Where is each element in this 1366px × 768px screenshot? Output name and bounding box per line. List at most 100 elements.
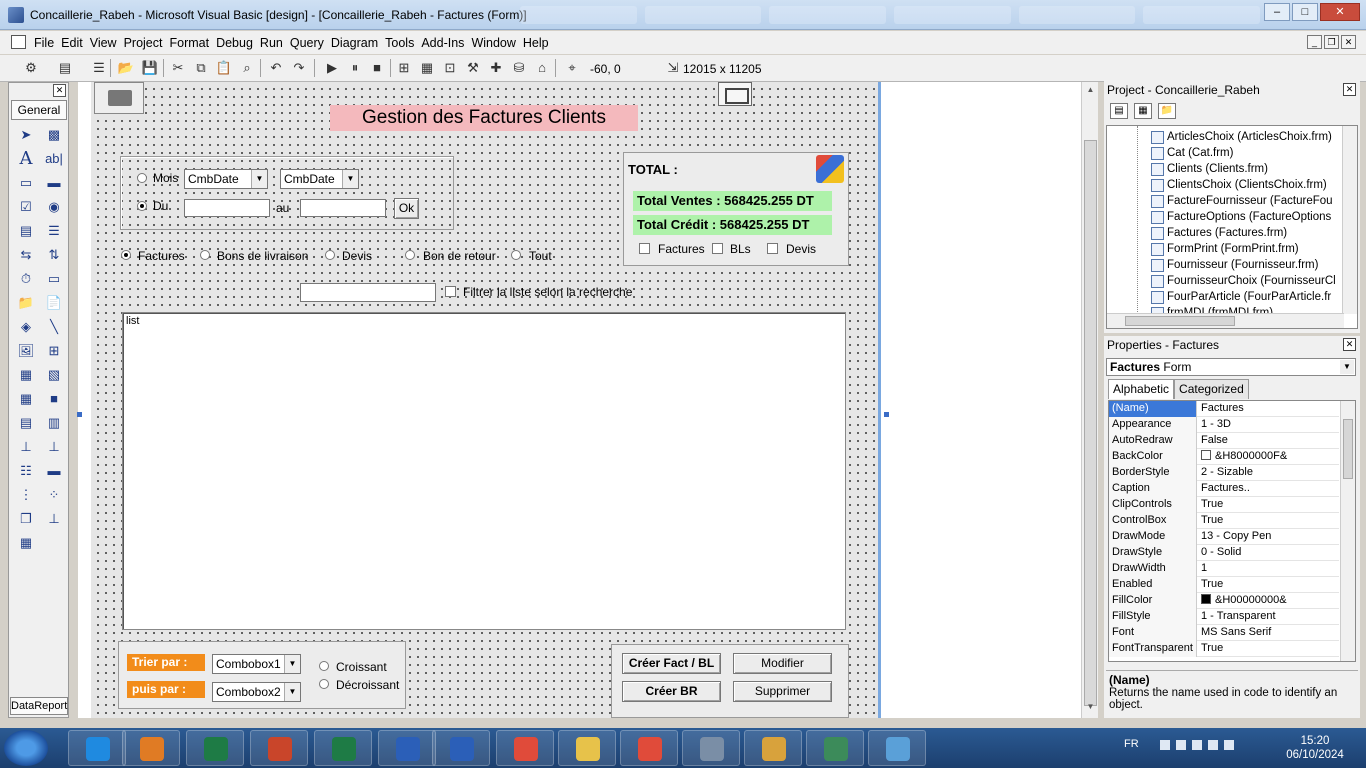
factures-form[interactable]: Gestion des Factures Clients Mois CmbDat… — [77, 82, 889, 718]
property-value[interactable]: False — [1199, 433, 1339, 448]
line-tool-icon[interactable]: ╲ — [40, 315, 68, 339]
taskbar-app-word[interactable] — [432, 730, 490, 766]
menu-file[interactable]: File — [34, 36, 61, 50]
imagelist-tool-icon[interactable]: ⁘ — [40, 483, 68, 507]
textbox-tool-icon[interactable]: ab| — [40, 147, 68, 171]
devis-checkbox[interactable] — [767, 243, 778, 254]
month-combo-2[interactable]: CmbDate ▼ — [280, 169, 359, 189]
grid-tool-icon[interactable]: ▧ — [40, 363, 68, 387]
designer-vertical-scrollbar[interactable]: ▲ ▼ — [1081, 82, 1098, 718]
du-radio[interactable] — [137, 201, 147, 211]
listbox-tool-icon[interactable]: ☰ — [40, 219, 68, 243]
cut-icon[interactable]: ✂ — [169, 59, 187, 77]
modify-button[interactable]: Modifier — [733, 653, 832, 674]
sort-combo-2[interactable]: Combobox2 ▼ — [212, 682, 301, 702]
save-icon[interactable]: 💾 — [141, 59, 159, 77]
date-to-input[interactable] — [300, 199, 386, 217]
scroll-down-icon[interactable]: ▼ — [1084, 702, 1097, 715]
property-value[interactable]: True — [1199, 513, 1339, 528]
open-icon[interactable]: 📂 — [117, 59, 135, 77]
table-tool-icon[interactable]: ▤ — [12, 411, 40, 435]
taskbar-app-image-viewer[interactable] — [868, 730, 926, 766]
property-row[interactable]: Caption Factures.. — [1109, 481, 1339, 497]
taskbar-app-internet-explorer[interactable] — [68, 730, 126, 766]
properties-window-icon[interactable]: ▦ — [418, 59, 436, 77]
property-value[interactable]: Factures — [1199, 401, 1339, 416]
network-icon[interactable] — [1176, 740, 1186, 750]
chevron-down-icon[interactable]: ▼ — [284, 683, 300, 701]
invoice-listbox[interactable]: list — [122, 312, 846, 630]
taskbar-app-remote-desktop[interactable] — [682, 730, 740, 766]
taskbar-app-paint[interactable] — [744, 730, 802, 766]
tout-radio[interactable] — [511, 250, 521, 260]
mdi-restore-button[interactable]: ❐ — [1324, 35, 1339, 49]
menu-diagram[interactable]: Diagram — [331, 36, 385, 50]
find-icon[interactable]: ⌕ — [238, 59, 256, 77]
data-view-icon[interactable]: ⛁ — [510, 59, 528, 77]
menu-run[interactable]: Run — [260, 36, 290, 50]
pause-icon[interactable]: ⏸ — [346, 59, 364, 77]
menu-format[interactable]: Format — [169, 36, 216, 50]
printer-icon[interactable] — [94, 82, 144, 114]
create-fact-button[interactable]: Créer Fact / BL — [622, 653, 721, 674]
taskbar-app-visio[interactable] — [378, 730, 436, 766]
property-value[interactable]: Factures.. — [1199, 481, 1339, 496]
maximize-button[interactable]: □ — [1292, 3, 1318, 21]
property-row[interactable]: Font MS Sans Serif — [1109, 625, 1339, 641]
colorbox-tool-icon[interactable]: ■ — [40, 387, 68, 411]
object-selector[interactable]: Factures Form ▼ — [1106, 358, 1356, 376]
taskbar-app-vb6[interactable] — [806, 730, 864, 766]
property-row[interactable]: FontTransparent True — [1109, 641, 1339, 657]
taskbar-app-file-explorer[interactable] — [558, 730, 616, 766]
frame-tool-icon[interactable]: ▭ — [12, 171, 40, 195]
calendar-tool-icon[interactable]: ▦ — [12, 387, 40, 411]
document-icon[interactable] — [11, 35, 26, 49]
chevron-down-icon[interactable]: ▼ — [251, 170, 267, 188]
form-layout-icon[interactable]: ⊡ — [441, 59, 459, 77]
property-row[interactable]: BackColor &H8000000F& — [1109, 449, 1339, 465]
menu-add-ins[interactable]: Add-Ins — [421, 36, 471, 50]
paste-icon[interactable]: 📋 — [215, 59, 233, 77]
tree-item[interactable]: ArticlesChoix (ArticlesChoix.frm) — [1151, 129, 1332, 145]
property-row[interactable]: FillColor &H00000000& — [1109, 593, 1339, 609]
menu-window[interactable]: Window — [471, 36, 522, 50]
property-value[interactable]: 1 — [1199, 561, 1339, 576]
property-value[interactable]: 1 - 3D — [1199, 417, 1339, 432]
date-from-input[interactable] — [184, 199, 270, 217]
toolbar-tool-icon[interactable]: ❐ — [12, 507, 40, 531]
resize-handle[interactable] — [77, 412, 82, 417]
search-input[interactable] — [300, 283, 436, 302]
decroissant-radio[interactable] — [319, 679, 329, 689]
mdi-close-button[interactable]: ✕ — [1341, 35, 1356, 49]
chevron-down-icon[interactable]: ▼ — [342, 170, 358, 188]
project-explorer-icon[interactable]: ⊞ — [395, 59, 413, 77]
redo-icon[interactable]: ↷ — [290, 59, 308, 77]
stop-icon[interactable]: ■ — [368, 59, 386, 77]
menu-edit[interactable]: Edit — [61, 36, 90, 50]
filter-checkbox[interactable] — [445, 286, 456, 297]
bon-retour-radio[interactable] — [405, 250, 415, 260]
progress-tool-icon[interactable]: ⊥ — [40, 435, 68, 459]
statusbar-tool-icon[interactable]: ⊥ — [40, 507, 68, 531]
mdi-minimize-button[interactable]: _ — [1307, 35, 1322, 49]
property-row[interactable]: Appearance 1 - 3D — [1109, 417, 1339, 433]
property-value[interactable]: 0 - Solid — [1199, 545, 1339, 560]
property-value[interactable]: True — [1199, 497, 1339, 512]
signal-icon[interactable] — [1208, 740, 1218, 750]
create-br-button[interactable]: Créer BR — [622, 681, 721, 702]
property-value[interactable]: 13 - Copy Pen — [1199, 529, 1339, 544]
property-row[interactable]: FillStyle 1 - Transparent — [1109, 609, 1339, 625]
timer-tool-icon[interactable]: ⏱ — [12, 267, 40, 291]
undo-icon[interactable]: ↶ — [267, 59, 285, 77]
taskbar-app-excel[interactable] — [186, 730, 244, 766]
menu-editor-icon[interactable]: ☰ — [90, 59, 108, 77]
add-project-icon[interactable]: ⚙ — [22, 59, 40, 77]
pointer-tool-icon[interactable]: ➤ — [12, 123, 40, 147]
combobox-tool-icon[interactable]: ▤ — [12, 219, 40, 243]
property-value[interactable]: 1 - Transparent — [1199, 609, 1339, 624]
menu-query[interactable]: Query — [290, 36, 331, 50]
taskbar-app-chrome-profile[interactable] — [620, 730, 678, 766]
property-row[interactable]: AutoRedraw False — [1109, 433, 1339, 449]
property-row[interactable]: BorderStyle 2 - Sizable — [1109, 465, 1339, 481]
property-value[interactable]: &H8000000F& — [1199, 449, 1339, 464]
